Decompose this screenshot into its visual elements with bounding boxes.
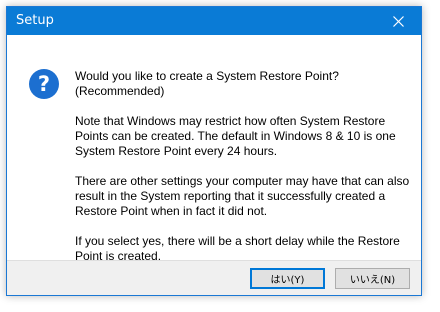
dialog-content: ? Would you like to create a System Rest… (7, 35, 421, 263)
setup-dialog-window: Setup ? Would you like to create a Syste… (6, 6, 422, 296)
close-button[interactable] (375, 7, 421, 35)
yes-button[interactable]: はい(Y) (250, 268, 325, 289)
close-icon (392, 15, 404, 27)
button-bar: はい(Y) いいえ(N) (7, 260, 421, 295)
no-button[interactable]: いいえ(N) (335, 268, 410, 289)
window-title: Setup (16, 13, 54, 28)
question-icon: ? (29, 69, 59, 99)
dialog-message: Would you like to create a System Restor… (75, 69, 410, 263)
title-bar[interactable]: Setup (7, 7, 421, 35)
